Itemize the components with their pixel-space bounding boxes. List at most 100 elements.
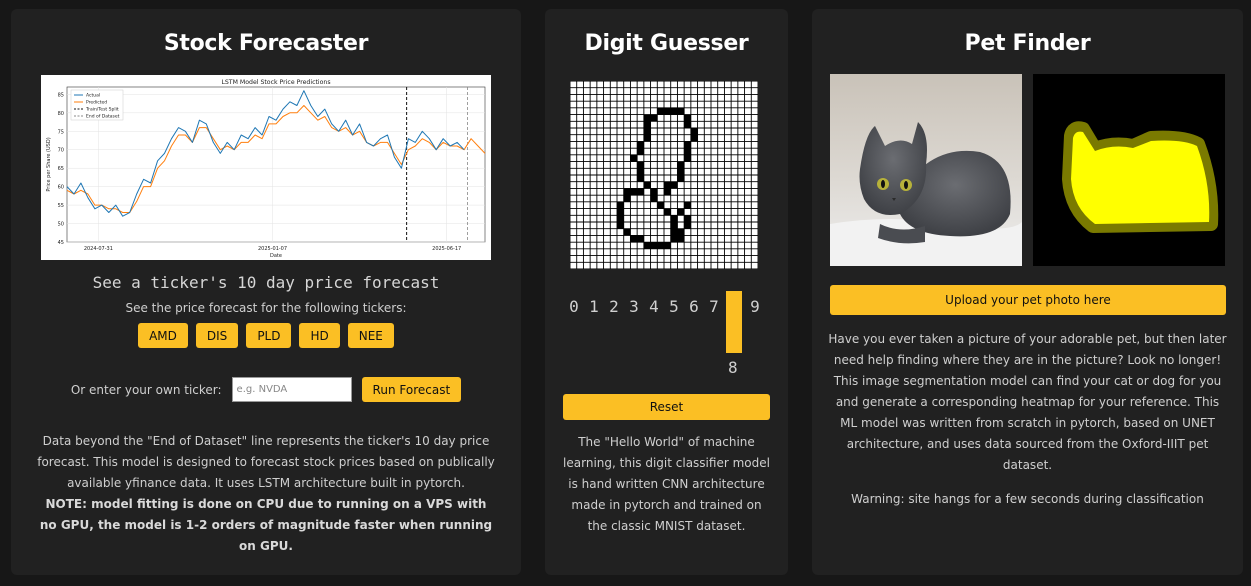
stock-forecaster-card: Stock Forecaster LSTM Model Stock Price … [11, 9, 521, 575]
drawn-pixel [664, 242, 671, 249]
drawn-pixel [690, 128, 698, 135]
drawn-pixel [630, 188, 638, 196]
drawn-pixel [637, 235, 644, 243]
segmentation-mask-image [1062, 121, 1219, 233]
drawn-pixel [643, 121, 651, 128]
y-tick-label-7: 80 [58, 111, 64, 117]
drawn-pixel [684, 141, 691, 149]
drawn-pixel [677, 208, 685, 216]
forecast-subtitle: See a ticker's 10 day price forecast [92, 273, 440, 292]
drawn-pixel [677, 168, 685, 175]
prediction-bar-8 [726, 291, 742, 353]
ticker-input[interactable] [231, 377, 352, 402]
drawn-pixel [617, 222, 624, 229]
drawn-pixel [684, 148, 691, 155]
digit-guesser-title: Digit Guesser [584, 31, 749, 56]
drawn-pixel [677, 161, 685, 169]
reset-button[interactable]: Reset [563, 394, 770, 420]
drawn-pixel [670, 228, 678, 236]
ticker-button-hd[interactable]: HD [299, 323, 340, 348]
pet-warning: Warning: site hangs for a few seconds du… [851, 492, 1204, 506]
drawn-pixel [664, 181, 671, 189]
drawn-pixel [630, 235, 638, 243]
legend-label-1: Predicted [86, 100, 107, 106]
drawn-pixel [643, 128, 651, 135]
drawing-canvas[interactable] [569, 80, 759, 270]
legend-label-0: Actual [86, 93, 100, 99]
run-forecast-button[interactable]: Run Forecast [361, 377, 462, 402]
drawn-pixel [684, 201, 691, 209]
digit-label-0: 0 [569, 297, 579, 316]
own-ticker-row: Or enter your own ticker: Run Forecast [11, 377, 521, 402]
drawn-pixel [684, 121, 691, 128]
y-tick-label-2: 55 [58, 203, 64, 209]
drawn-pixel [637, 188, 644, 196]
drawn-pixel [617, 201, 624, 209]
y-tick-label-4: 65 [58, 166, 64, 172]
drawn-pixel [643, 114, 651, 122]
drawn-pixel [650, 114, 658, 122]
drawn-pixel [664, 188, 671, 196]
drawn-pixel [657, 201, 664, 209]
tickers-caption: See the price forecast for the following… [125, 301, 407, 315]
digit-label-9: 9 [750, 297, 760, 316]
digit-guesser-card: Digit Guesser 0 1 2 3 4 5 6 7 9 8 Reset … [545, 9, 788, 575]
ticker-button-amd[interactable]: AMD [138, 323, 188, 348]
drawn-pixel [623, 195, 631, 202]
y-axis-label: Price per Share (USD) [46, 137, 52, 191]
drawn-pixel [684, 222, 691, 229]
drawn-pixel [657, 107, 664, 115]
forecast-chart-svg: LSTM Model Stock Price Predictions 45 50 55… [46, 79, 486, 259]
drawn-pixel [670, 215, 678, 222]
drawn-pixel [670, 181, 678, 189]
drawn-pixel [670, 235, 678, 243]
drawn-pixel [664, 107, 671, 115]
drawn-pixel [643, 242, 651, 249]
ticker-button-dis[interactable]: DIS [195, 323, 239, 348]
drawn-pixel [677, 235, 685, 243]
forecast-chart: LSTM Model Stock Price Predictions 45 50 55… [41, 75, 491, 260]
stock-forecaster-title: Stock Forecaster [163, 31, 369, 56]
pet-finder-card: Pet Finder Upload your pet photo here Ha… [812, 9, 1243, 575]
x-tick-label-2: 2025-06-17 [432, 246, 461, 252]
x-axis-label: Date [270, 253, 282, 259]
digit-label-3: 3 [629, 297, 639, 316]
drawn-pixel [643, 134, 651, 142]
x-tick-label-0: 2024-07-31 [84, 246, 113, 252]
ticker-button-pld[interactable]: PLD [246, 323, 292, 348]
digit-label-1: 1 [589, 297, 599, 316]
drawn-pixel [637, 175, 644, 182]
predicted-digit: 8 [728, 358, 738, 377]
pet-finder-title: Pet Finder [964, 31, 1091, 56]
y-tick-label-3: 60 [58, 185, 64, 191]
drawn-pixel [623, 188, 631, 196]
digit-label-5: 5 [669, 297, 679, 316]
stock-description: Data beyond the "End of Dataset" line re… [37, 431, 495, 557]
own-ticker-label: Or enter your own ticker: [70, 382, 222, 397]
drawn-pixel [637, 168, 644, 175]
drawn-pixel [684, 154, 691, 162]
drawn-pixel [637, 141, 644, 149]
drawn-pixel [617, 215, 624, 222]
drawn-pixel [643, 181, 651, 189]
drawn-pixel [677, 175, 685, 182]
pet-description: Have you ever taken a picture of your ad… [828, 332, 1227, 472]
drawing-grid[interactable] [569, 80, 759, 270]
upload-photo-button[interactable]: Upload your pet photo here [830, 285, 1226, 315]
drawn-pixel [670, 222, 678, 229]
drawn-pixel [637, 148, 644, 155]
stock-description-text: Data beyond the "End of Dataset" line re… [37, 434, 495, 490]
drawn-pixel [650, 242, 658, 249]
x-tick-label-1: 2025-01-07 [258, 246, 287, 252]
drawn-pixel [677, 228, 685, 236]
digit-label-6: 6 [689, 297, 699, 316]
cat-photo-image [830, 74, 1022, 266]
digit-label-7: 7 [709, 297, 719, 316]
ticker-button-nee[interactable]: NEE [347, 323, 394, 348]
y-tick-label-0: 45 [58, 240, 64, 246]
drawn-pixel [684, 215, 691, 222]
drawn-pixel [630, 154, 638, 162]
stock-note: NOTE: model fitting is done on CPU due t… [39, 497, 493, 553]
drawn-pixel [657, 242, 664, 249]
legend-label-3: End of Dataset [86, 114, 120, 120]
